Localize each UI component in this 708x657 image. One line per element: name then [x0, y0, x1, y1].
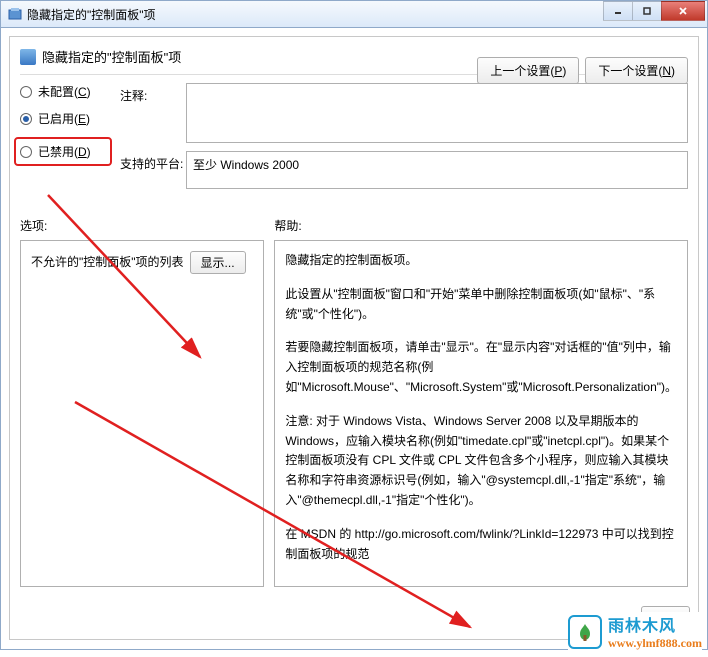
help-paragraph: 隐藏指定的控制面板项。 — [285, 251, 677, 271]
inner-panel: 隐藏指定的"控制面板"项 上一个设置(P) 下一个设置(N) 未配置(C) 已启… — [9, 36, 699, 640]
platform-row: 支持的平台: 至少 Windows 2000 — [120, 151, 688, 189]
watermark: 雨林木风 www.ylmf888.com — [568, 612, 702, 651]
options-box: 不允许的"控制面板"项的列表 显示... — [20, 240, 264, 587]
prev-label: 上一个设置( — [490, 64, 554, 78]
show-button[interactable]: 显示... — [190, 251, 246, 274]
radio-label: 未配置(C) — [38, 83, 91, 100]
prev-setting-button[interactable]: 上一个设置(P) — [477, 57, 579, 84]
titlebar-text: 隐藏指定的"控制面板"项 — [27, 6, 156, 23]
watermark-url: www.ylmf888.com — [608, 636, 702, 651]
annotation-highlight-box: 已禁用(D) — [14, 137, 112, 166]
page-title: 隐藏指定的"控制面板"项 — [42, 47, 181, 66]
app-icon — [7, 6, 23, 22]
note-textarea[interactable] — [186, 83, 688, 143]
options-label: 选项: — [20, 217, 264, 234]
watermark-icon — [568, 615, 602, 649]
radio-disabled[interactable]: 已禁用(D) — [20, 143, 106, 160]
titlebar: 隐藏指定的"控制面板"项 — [0, 0, 708, 28]
options-column: 选项: 不允许的"控制面板"项的列表 显示... — [20, 217, 264, 587]
help-paragraph: 此设置从"控制面板"窗口和"开始"菜单中删除控制面板项(如"鼠标"、"系统"或"… — [285, 285, 677, 325]
options-line: 不允许的"控制面板"项的列表 显示... — [31, 251, 253, 274]
prev-suffix: ) — [562, 64, 566, 78]
radio-icon — [20, 113, 32, 125]
platform-label: 支持的平台: — [120, 151, 186, 172]
nav-buttons: 上一个设置(P) 下一个设置(N) — [477, 57, 688, 84]
note-label: 注释: — [120, 83, 186, 104]
minimize-button[interactable] — [603, 1, 633, 21]
next-key: N — [662, 64, 671, 78]
help-paragraph: 注意: 对于 Windows Vista、Windows Server 2008… — [285, 412, 677, 511]
watermark-cn: 雨林木风 — [608, 612, 702, 636]
radio-label: 已禁用(D) — [38, 143, 91, 160]
radio-group: 未配置(C) 已启用(E) 已禁用(D) — [20, 83, 110, 166]
note-row: 注释: — [120, 83, 688, 143]
help-column: 帮助: 隐藏指定的控制面板项。 此设置从"控制面板"窗口和"开始"菜单中删除控制… — [274, 217, 688, 587]
help-paragraph: 在 MSDN 的 http://go.microsoft.com/fwlink/… — [285, 525, 677, 565]
help-box[interactable]: 隐藏指定的控制面板项。 此设置从"控制面板"窗口和"开始"菜单中删除控制面板项(… — [274, 240, 688, 587]
policy-icon — [20, 49, 36, 65]
next-label: 下一个设置( — [598, 64, 662, 78]
window-controls — [604, 1, 705, 21]
radio-label: 已启用(E) — [38, 110, 90, 127]
help-paragraph: 若要隐藏控制面板项，请单击"显示"。在"显示内容"对话框的"值"列中，输入控制面… — [285, 338, 677, 397]
next-suffix: ) — [671, 64, 675, 78]
options-list-label: 不允许的"控制面板"项的列表 — [31, 253, 184, 273]
watermark-text: 雨林木风 www.ylmf888.com — [608, 612, 702, 651]
platform-box: 至少 Windows 2000 — [186, 151, 688, 189]
next-setting-button[interactable]: 下一个设置(N) — [585, 57, 688, 84]
config-row: 未配置(C) 已启用(E) 已禁用(D) 注释: — [20, 83, 688, 197]
window-body: 隐藏指定的"控制面板"项 上一个设置(P) 下一个设置(N) 未配置(C) 已启… — [0, 28, 708, 650]
radio-enabled[interactable]: 已启用(E) — [20, 110, 110, 127]
lower-columns: 选项: 不允许的"控制面板"项的列表 显示... 帮助: 隐藏指定的控制面板项。… — [20, 217, 688, 587]
maximize-button[interactable] — [632, 1, 662, 21]
close-button[interactable] — [661, 1, 705, 21]
radio-icon — [20, 86, 32, 98]
right-fields: 注释: 支持的平台: 至少 Windows 2000 — [120, 83, 688, 197]
help-label: 帮助: — [274, 217, 688, 234]
radio-icon — [20, 146, 32, 158]
radio-not-configured[interactable]: 未配置(C) — [20, 83, 110, 100]
